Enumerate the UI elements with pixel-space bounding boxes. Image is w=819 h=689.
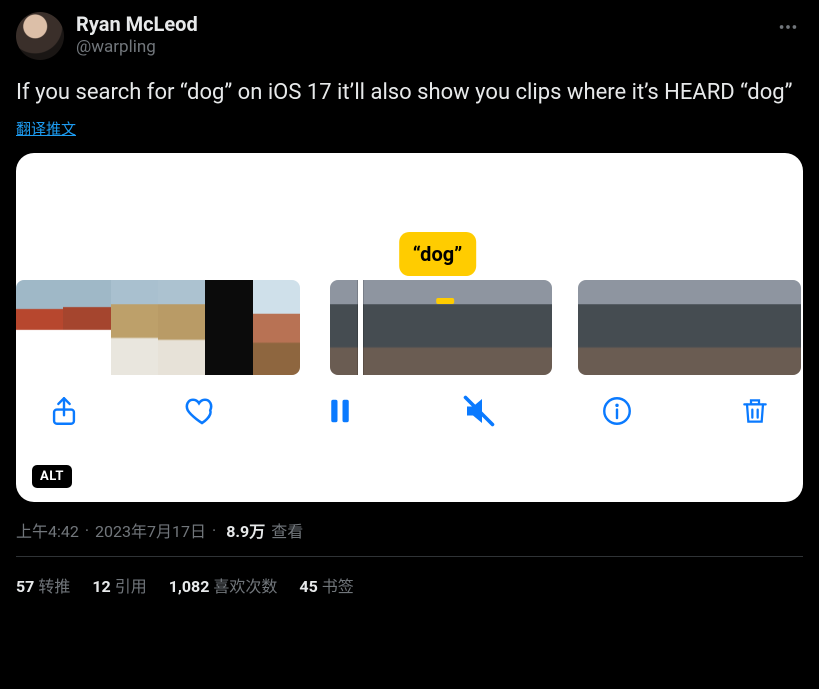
clip-thumbnail	[158, 280, 205, 375]
clip-thumbnail	[253, 280, 300, 375]
clip-thumbnail	[727, 280, 764, 375]
quotes-stat[interactable]: 12引用	[92, 573, 146, 597]
avatar[interactable]	[16, 12, 64, 60]
bookmarks-stat[interactable]: 45书签	[299, 573, 353, 597]
heart-icon	[184, 393, 220, 429]
playhead[interactable]	[358, 280, 363, 375]
translate-link[interactable]: 翻译推文	[16, 118, 76, 139]
trash-icon	[739, 394, 771, 428]
more-button[interactable]	[773, 12, 803, 42]
clip-group[interactable]	[16, 280, 300, 375]
tweet-meta: 上午4:42 · 2023年7月17日 · 8.9万 查看	[16, 518, 803, 542]
alt-badge[interactable]: ALT	[32, 465, 72, 488]
tweet-stats: 57转推 12引用 1,082喜欢次数 45书签	[16, 557, 803, 597]
tweet-time[interactable]: 上午4:42	[16, 518, 79, 542]
speaker-muted-icon	[461, 393, 497, 429]
tooltip-label: “dog”	[399, 232, 477, 276]
clip-thumbnail	[764, 280, 801, 375]
clip-thumbnail	[16, 280, 63, 375]
clip-thumbnail	[63, 280, 110, 375]
clip-thumbnail	[652, 280, 689, 375]
clip-thumbnail	[615, 280, 652, 375]
mute-button[interactable]	[457, 389, 501, 433]
likes-stat[interactable]: 1,082喜欢次数	[169, 573, 278, 597]
clip-thumbnail	[690, 280, 727, 375]
author-name[interactable]: Ryan McLeod	[76, 12, 773, 36]
author-handle[interactable]: @warpling	[76, 36, 773, 58]
delete-button[interactable]	[733, 389, 777, 433]
media-card[interactable]: “dog”	[16, 153, 803, 502]
clip-thumbnail	[111, 280, 158, 375]
share-icon	[47, 394, 81, 428]
clip-thumbnail	[205, 280, 252, 375]
author-block: Ryan McLeod @warpling	[76, 12, 773, 58]
ellipsis-icon	[777, 16, 799, 38]
clip-thumbnail	[497, 280, 553, 375]
favorite-button[interactable]	[180, 389, 224, 433]
media-inner: “dog”	[16, 153, 803, 502]
info-button[interactable]	[595, 389, 639, 433]
retweets-stat[interactable]: 57转推	[16, 573, 70, 597]
tooltip-marker	[436, 298, 454, 304]
tweet-header: Ryan McLeod @warpling	[16, 12, 803, 60]
search-match-tooltip: “dog”	[399, 232, 477, 304]
media-toolbar	[16, 389, 803, 433]
tweet: Ryan McLeod @warpling If you search for …	[0, 0, 819, 597]
share-button[interactable]	[42, 389, 86, 433]
pause-button[interactable]	[318, 389, 362, 433]
views-label: 查看	[271, 518, 303, 542]
clip-thumbnail	[578, 280, 615, 375]
pause-icon	[325, 394, 355, 428]
tweet-date[interactable]: 2023年7月17日	[95, 518, 206, 542]
tweet-text: If you search for “dog” on iOS 17 it’ll …	[16, 78, 803, 108]
info-icon	[600, 394, 634, 428]
views-count: 8.9万	[226, 518, 265, 542]
clip-group[interactable]	[578, 280, 801, 375]
